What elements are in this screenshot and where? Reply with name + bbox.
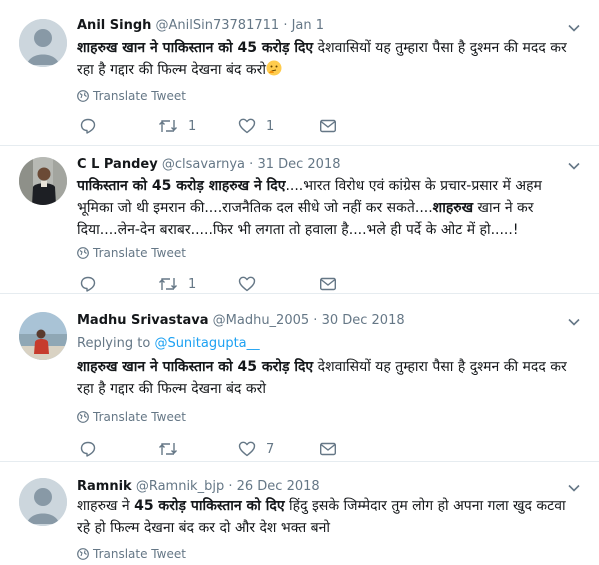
tweet-date[interactable]: 30 Dec 2018 (322, 313, 405, 328)
display-name[interactable]: Ramnik (77, 479, 132, 494)
tweet[interactable]: Anil Singh @AnilSin73781711 · Jan 1 शाहर… (0, 0, 599, 146)
retweet-count: 1 (188, 276, 197, 292)
globe-icon (77, 548, 89, 560)
tweet-text-regular: शाहरुख ने (77, 498, 135, 514)
tweet-header: Anil Singh @AnilSin73781711 · Jan 1 (77, 18, 324, 34)
reply-button[interactable] (79, 275, 115, 293)
separator-dot: · (283, 18, 288, 33)
tweet-actions: 7 (77, 440, 377, 458)
heart-icon (238, 118, 256, 134)
avatar[interactable] (19, 157, 67, 205)
reply-button[interactable] (79, 117, 115, 135)
like-button[interactable]: 1 (238, 117, 274, 135)
translate-label: Translate Tweet (93, 89, 186, 103)
replying-to-handle-link[interactable]: @Sunitagupta__ (154, 336, 259, 351)
user-handle[interactable]: @Ramnik_bjp (136, 479, 224, 494)
envelope-icon (320, 277, 337, 291)
retweet-count: 1 (188, 118, 197, 134)
tweet-date[interactable]: 26 Dec 2018 (237, 479, 320, 494)
direct-message-button[interactable] (319, 117, 337, 135)
user-handle[interactable]: @clsavarnya (162, 157, 245, 172)
translate-label: Translate Tweet (93, 410, 186, 424)
tweet-actions: 1 (77, 275, 377, 293)
avatar[interactable] (19, 19, 67, 67)
tweet-text: पाकिस्तान को 45 करोड़ शाहरुख ने दिए....भ… (77, 175, 577, 241)
reply-button[interactable] (79, 440, 115, 458)
translate-tweet-link[interactable]: Translate Tweet (77, 88, 186, 104)
tweet-text-bold: शाहरुख खान ने पाकिस्तान को 45 करोड़ दिए (77, 40, 314, 56)
envelope-icon (320, 442, 337, 456)
retweet-icon (159, 443, 177, 455)
tweet-text: शाहरुख ने 45 करोड़ पाकिस्तान को दिए हिंद… (77, 495, 577, 539)
user-handle[interactable]: @AnilSin73781711 (156, 18, 280, 33)
chevron-down-icon[interactable] (567, 315, 581, 329)
globe-icon (77, 247, 89, 259)
display-name[interactable]: Anil Singh (77, 18, 151, 33)
tweet[interactable]: C L Pandey @clsavarnya · 31 Dec 2018 पाक… (0, 146, 599, 294)
tweet-text: शाहरुख खान ने पाकिस्तान को 45 करोड़ दिए … (77, 37, 577, 81)
tweet-header: Ramnik @Ramnik_bjp · 26 Dec 2018 (77, 479, 320, 495)
tweet-date[interactable]: Jan 1 (292, 18, 324, 33)
separator-dot: · (313, 313, 318, 328)
tweet-text-bold: शाहरुख (432, 200, 474, 216)
tweet-date[interactable]: 31 Dec 2018 (257, 157, 340, 172)
tweet-actions: 1 1 (77, 117, 377, 135)
globe-icon (77, 411, 89, 423)
retweet-button[interactable]: 1 (158, 117, 196, 135)
translate-tweet-link[interactable]: Translate Tweet (77, 409, 186, 425)
heart-icon (238, 441, 256, 457)
replying-to-label: Replying to (77, 336, 155, 351)
separator-dot: · (249, 157, 254, 172)
avatar[interactable] (19, 478, 67, 526)
retweet-button[interactable]: 1 (158, 275, 196, 293)
user-handle[interactable]: @Madhu_2005 (213, 313, 310, 328)
tweet-text-bold: पाकिस्तान को 45 करोड़ शाहरुख ने दिए (77, 178, 286, 194)
separator-dot: · (228, 479, 233, 494)
display-name[interactable]: C L Pandey (77, 157, 158, 172)
replying-to: Replying to @Sunitagupta__ (77, 336, 260, 351)
reply-icon (80, 441, 96, 457)
retweet-button[interactable] (158, 440, 196, 458)
tweet[interactable]: Ramnik @Ramnik_bjp · 26 Dec 2018 शाहरुख … (0, 462, 599, 565)
direct-message-button[interactable] (319, 440, 337, 458)
thinking-face-emoji-icon (266, 60, 282, 76)
display-name[interactable]: Madhu Srivastava (77, 313, 209, 328)
like-count: 1 (266, 118, 275, 134)
like-button[interactable]: 7 (238, 440, 274, 458)
avatar[interactable] (19, 312, 67, 360)
translate-tweet-link[interactable]: Translate Tweet (77, 245, 186, 261)
reply-icon (80, 276, 96, 292)
tweet-text-bold: 45 करोड़ पाकिस्तान को दिए (134, 498, 285, 514)
tweet-header: C L Pandey @clsavarnya · 31 Dec 2018 (77, 157, 340, 173)
envelope-icon (320, 119, 337, 133)
translate-label: Translate Tweet (93, 547, 186, 561)
retweet-icon (159, 278, 177, 290)
chevron-down-icon[interactable] (567, 21, 581, 35)
translate-label: Translate Tweet (93, 246, 186, 260)
reply-icon (80, 118, 96, 134)
tweet[interactable]: Madhu Srivastava @Madhu_2005 · 30 Dec 20… (0, 294, 599, 462)
like-count: 7 (266, 441, 275, 457)
tweet-text: शाहरुख खान ने पाकिस्तान को 45 करोड़ दिए … (77, 356, 577, 400)
heart-icon (238, 276, 256, 292)
chevron-down-icon[interactable] (567, 481, 581, 495)
tweet-text-bold: शाहरुख खान ने पाकिस्तान को 45 करोड़ दिए (77, 359, 314, 375)
like-button[interactable] (238, 275, 274, 293)
chevron-down-icon[interactable] (567, 159, 581, 173)
tweet-header: Madhu Srivastava @Madhu_2005 · 30 Dec 20… (77, 313, 405, 329)
retweet-icon (159, 120, 177, 132)
globe-icon (77, 90, 89, 102)
translate-tweet-link[interactable]: Translate Tweet (77, 546, 186, 562)
direct-message-button[interactable] (319, 275, 337, 293)
